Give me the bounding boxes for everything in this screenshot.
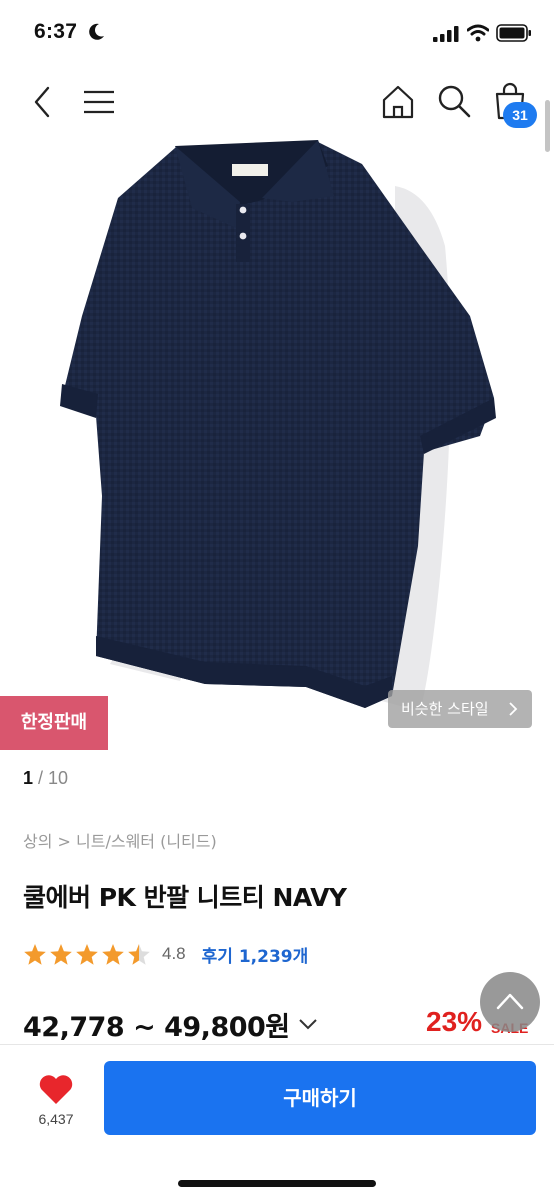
like-button[interactable]: 6,437 <box>28 1069 84 1133</box>
rating-value: 4.8 <box>162 944 186 963</box>
rating-stars-icon <box>24 944 150 965</box>
buy-button[interactable]: 구매하기 <box>104 1061 536 1135</box>
image-pager: 1 / 10 <box>23 768 68 789</box>
breadcrumb[interactable]: 상의 > 니트/스웨터 (니티드) <box>23 828 217 852</box>
pager-separator: / <box>33 768 49 788</box>
discount-rate: 23% <box>426 1006 483 1037</box>
review-count-link[interactable]: 후기 1,239개 <box>202 942 309 967</box>
hamburger-menu-icon[interactable] <box>82 88 116 116</box>
home-icon[interactable] <box>380 84 416 120</box>
status-time: 6:37 <box>34 20 78 43</box>
bottom-action-bar: 6,437 구매하기 <box>0 1044 554 1200</box>
battery-icon <box>496 24 531 42</box>
cellular-signal-icon <box>433 26 459 42</box>
wifi-icon <box>467 24 489 42</box>
scroll-to-top-button[interactable] <box>480 972 540 1032</box>
top-navigation <box>0 70 554 136</box>
cart-count-badge: 31 <box>503 102 537 128</box>
like-count: 6,437 <box>38 1111 74 1127</box>
chevron-down-icon[interactable] <box>298 1017 318 1031</box>
back-arrow-icon[interactable] <box>28 84 56 120</box>
price-row[interactable]: 42,778 ~ 49,800원 <box>23 1004 318 1044</box>
heart-icon <box>39 1075 73 1104</box>
similar-style-label: 비슷한 스타일 <box>401 700 489 718</box>
limited-sale-badge: 한정판매 <box>0 696 108 750</box>
rating-row: 4.8 후기 1,239개 <box>23 940 308 968</box>
moon-icon <box>89 23 104 40</box>
similar-style-button[interactable]: 비슷한 스타일 <box>388 690 532 728</box>
pager-current: 1 <box>23 768 34 788</box>
product-title: 쿨에버 PK 반팔 니트티 NAVY <box>23 883 347 912</box>
chevron-right-icon <box>509 702 518 716</box>
status-bar: 6:37 <box>0 0 554 68</box>
price-range: 42,778 ~ 49,800원 <box>23 1011 290 1043</box>
search-icon[interactable] <box>436 83 472 119</box>
pager-total: 10 <box>48 768 69 788</box>
product-image[interactable] <box>0 136 554 756</box>
home-indicator <box>178 1180 376 1187</box>
chevron-up-icon <box>496 993 524 1010</box>
